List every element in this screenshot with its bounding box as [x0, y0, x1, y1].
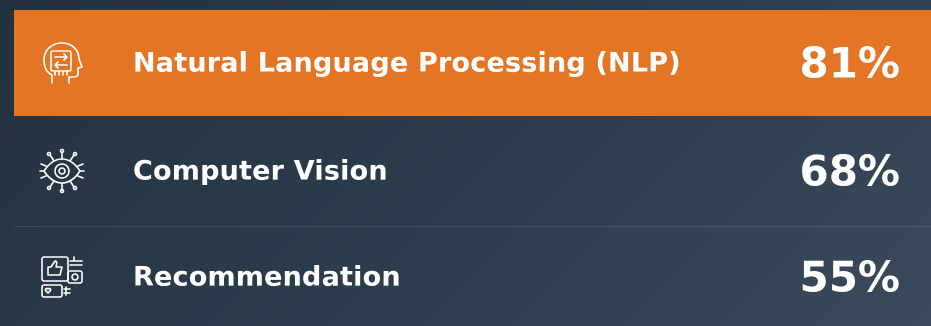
item-percentage: 81%	[799, 38, 900, 88]
head-circuit-icon	[38, 39, 86, 87]
item-label: Computer Vision	[133, 155, 388, 187]
item-percentage: 55%	[799, 252, 900, 301]
item-percentage: 68%	[799, 146, 900, 196]
item-label: Natural Language Processing (NLP)	[133, 47, 681, 79]
recommendation-icon	[38, 253, 86, 301]
list-item-nlp: Natural Language Processing (NLP) 81%	[14, 10, 931, 116]
list-item-computer-vision: Computer Vision 68%	[14, 116, 931, 226]
list-item-recommendation: Recommendation 55%	[14, 226, 931, 326]
category-stats-panel: Natural Language Processing (NLP) 81% Co…	[0, 0, 931, 326]
item-label: Recommendation	[133, 261, 401, 292]
eye-circuit-icon	[38, 147, 86, 195]
